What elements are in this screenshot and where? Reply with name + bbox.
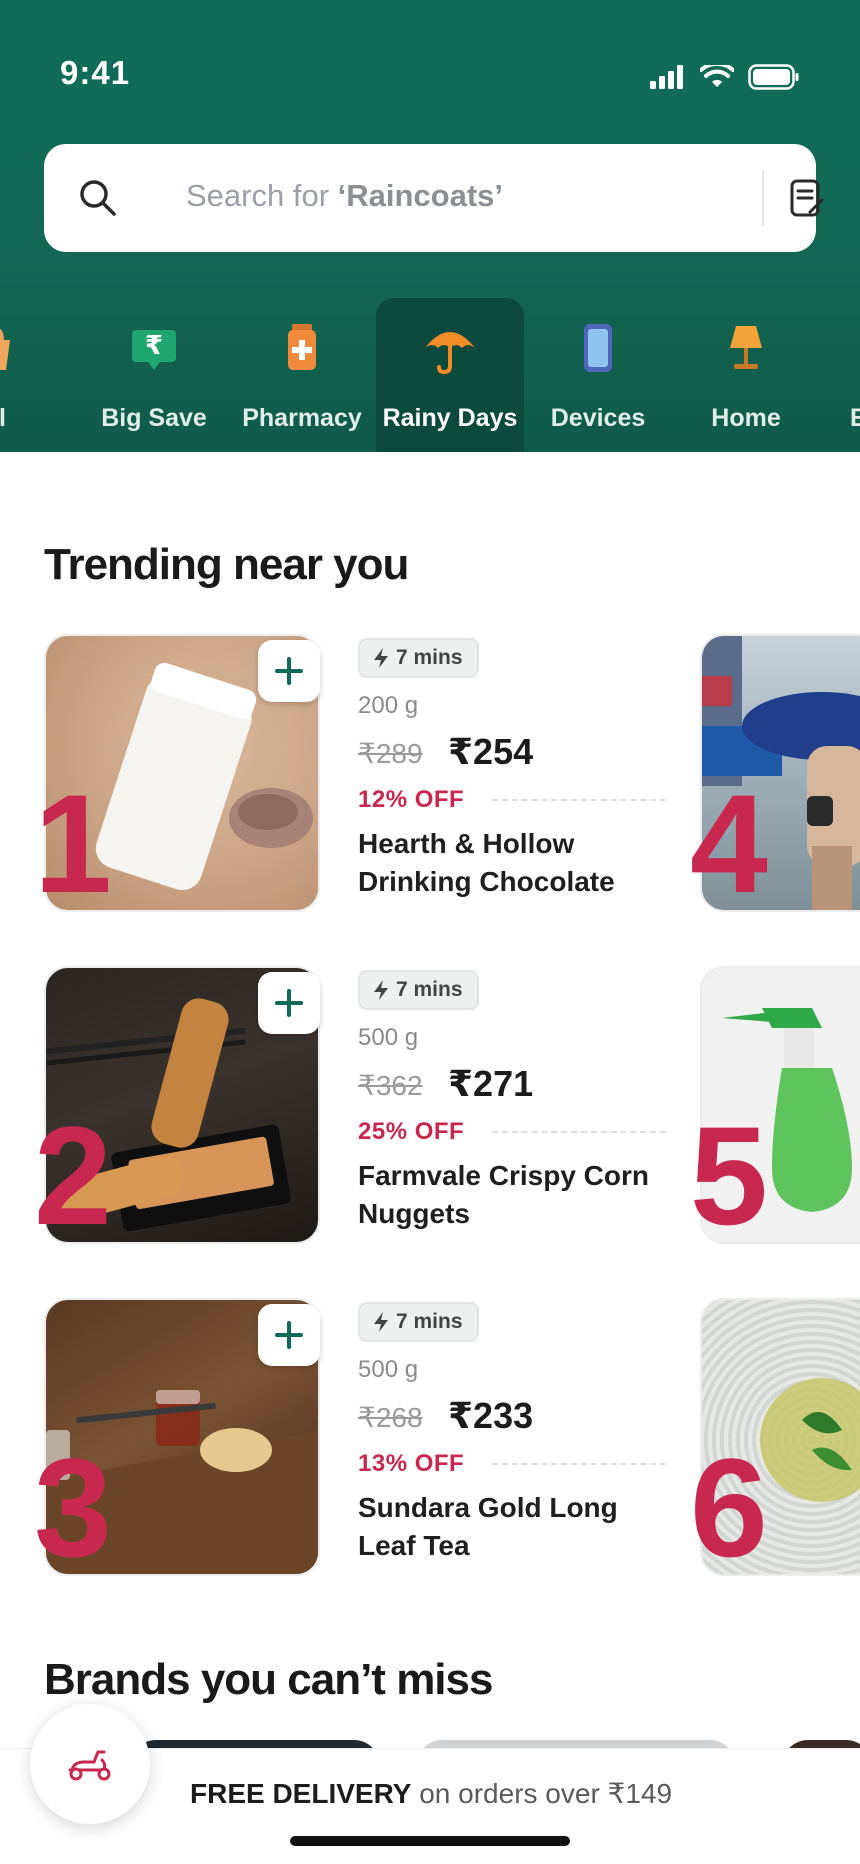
- home-indicator[interactable]: [290, 1836, 570, 1846]
- lightning-icon: [374, 648, 388, 668]
- discount-divider-1: [492, 799, 666, 801]
- rank-number-5: 5: [690, 1097, 768, 1254]
- tag-icon: ₹: [132, 330, 176, 370]
- product-name-3[interactable]: Sundara Gold Long Leaf Tea: [358, 1489, 658, 1565]
- plus-icon: [275, 657, 303, 685]
- tab-devices-label: Devices: [550, 404, 646, 432]
- eta-text: 7 mins: [396, 978, 463, 1001]
- product-weight-2: 500 g: [358, 1024, 419, 1051]
- search-bar[interactable]: Search for ‘Raincoats’: [44, 144, 824, 252]
- discount-divider-3: [492, 1463, 666, 1465]
- eta-text: 7 mins: [396, 646, 463, 669]
- delivery-eta-badge-3: 7 mins: [358, 1302, 479, 1342]
- rank-number-2: 2: [34, 1097, 112, 1254]
- product-price-2: ₹271: [448, 1063, 534, 1104]
- free-delivery-text: FREE DELIVERY on orders over ₹149: [190, 1777, 672, 1810]
- tab-pharmacy-label: Pharmacy: [242, 404, 362, 432]
- lamp-icon: [730, 326, 762, 369]
- add-to-cart-button-1[interactable]: [258, 640, 320, 702]
- medicine-icon: [288, 324, 316, 370]
- receipt-icon[interactable]: [788, 178, 828, 220]
- product-weight-1: 200 g: [358, 692, 419, 719]
- delivery-scooter-button[interactable]: [30, 1704, 150, 1824]
- bag-icon: [0, 328, 10, 370]
- search-placeholder-prefix: Search for: [186, 178, 338, 213]
- tab-all-label: All: [0, 404, 6, 432]
- tab-big-save[interactable]: ₹ Big Save: [80, 298, 228, 452]
- brands-title: Brands you can’t miss: [44, 1655, 493, 1704]
- svg-text:₹: ₹: [145, 331, 163, 361]
- umbrella-icon: [425, 332, 475, 375]
- trending-title: Trending near you: [44, 540, 409, 589]
- rank-number-4: 4: [690, 765, 768, 922]
- tab-more-label: E: [850, 404, 860, 432]
- tab-pharmacy[interactable]: Pharmacy: [228, 298, 376, 452]
- tab-rainy-days-label: Rainy Days: [382, 404, 518, 432]
- add-to-cart-button-2[interactable]: [258, 972, 320, 1034]
- product-name-1[interactable]: Hearth & Hollow Drinking Chocolate: [358, 825, 658, 901]
- wifi-icon: [700, 65, 734, 87]
- tab-big-save-label: Big Save: [101, 404, 207, 432]
- app-header: 9:41 Search for ‘Raincoats’ l ₹ Big Save…: [0, 0, 860, 452]
- product-mrp-3: ₹268: [358, 1402, 423, 1433]
- search-icon: [80, 180, 116, 216]
- product-price-3: ₹233: [448, 1395, 534, 1436]
- scooter-icon: [68, 1750, 111, 1781]
- rank-number-6: 6: [690, 1429, 768, 1586]
- rank-number-1: 1: [34, 765, 112, 922]
- plus-icon: [275, 1321, 303, 1349]
- lightning-icon: [374, 1312, 388, 1332]
- tab-home-label: Home: [711, 404, 781, 432]
- tab-more[interactable]: E: [820, 298, 860, 452]
- free-delivery-rest: on orders over ₹149: [411, 1778, 673, 1809]
- category-tabs: All ₹ Big Save Pharmacy Rainy: [0, 298, 860, 452]
- product-weight-3: 500 g: [358, 1356, 419, 1383]
- phone-icon: [584, 324, 612, 372]
- product-discount-3: 13% OFF: [358, 1450, 465, 1477]
- rank-number-3: 3: [34, 1429, 112, 1586]
- status-icons: [650, 64, 800, 90]
- plus-icon: [275, 989, 303, 1017]
- tab-home[interactable]: Home: [672, 298, 820, 452]
- discount-divider-2: [492, 1131, 666, 1133]
- eta-text: 7 mins: [396, 1310, 463, 1333]
- search-placeholder-highlight: ‘Raincoats’: [337, 178, 504, 213]
- product-name-2[interactable]: Farmvale Crispy Corn Nuggets: [358, 1157, 658, 1233]
- delivery-eta-badge-2: 7 mins: [358, 970, 479, 1010]
- search-input[interactable]: Search for ‘Raincoats’: [186, 178, 503, 214]
- tab-rainy-days[interactable]: Rainy Days: [376, 298, 524, 452]
- product-mrp-2: ₹362: [358, 1070, 423, 1101]
- tab-devices[interactable]: Devices: [524, 298, 672, 452]
- product-discount-2: 25% OFF: [358, 1118, 465, 1145]
- product-mrp-1: ₹289: [358, 738, 423, 769]
- product-discount-1: 12% OFF: [358, 786, 465, 813]
- cellular-signal-icon: [650, 65, 683, 89]
- free-delivery-bold: FREE DELIVERY: [190, 1778, 412, 1809]
- delivery-eta-badge-1: 7 mins: [358, 638, 479, 678]
- product-price-1: ₹254: [448, 731, 534, 772]
- status-time: 9:41: [60, 54, 131, 91]
- add-to-cart-button-3[interactable]: [258, 1304, 320, 1366]
- lightning-icon: [374, 980, 388, 1000]
- search-divider: [762, 170, 764, 226]
- battery-icon: [748, 64, 799, 90]
- status-bar: 9:41: [0, 0, 860, 150]
- tab-all[interactable]: All: [0, 298, 66, 452]
